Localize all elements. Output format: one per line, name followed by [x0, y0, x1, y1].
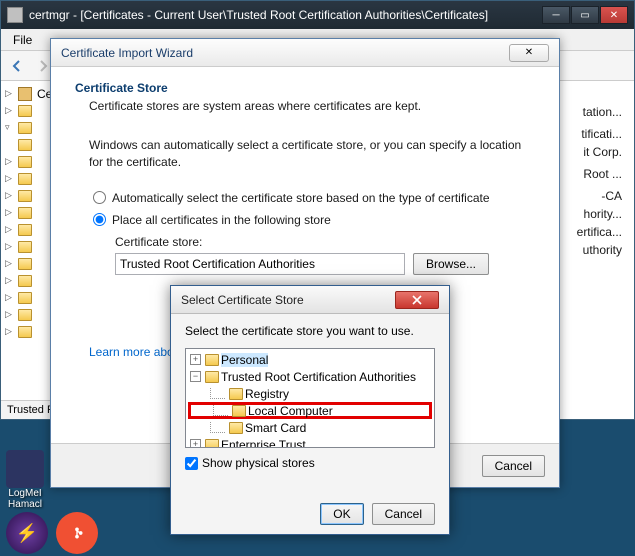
folder-icon — [229, 422, 243, 434]
logmein-label: LogMeI — [6, 488, 44, 499]
store-item-personal[interactable]: + Personal — [188, 351, 432, 368]
store-field-label: Certificate store: — [115, 235, 535, 249]
expand-icon[interactable]: ▷ — [5, 88, 15, 99]
expand-icon[interactable]: ▷ — [5, 190, 15, 201]
folder-icon — [18, 105, 32, 117]
selstore-close-button[interactable] — [395, 291, 439, 309]
menu-file[interactable]: File — [5, 31, 40, 49]
folder-icon — [229, 388, 243, 400]
show-physical-stores-checkbox[interactable]: Show physical stores — [185, 456, 435, 470]
store-item-local-computer[interactable]: Local Computer — [188, 402, 432, 419]
selstore-ok-button[interactable]: OK — [320, 503, 363, 525]
selstore-title: Select Certificate Store — [181, 293, 395, 307]
store-item-registry[interactable]: Registry — [188, 385, 432, 402]
folder-icon — [18, 241, 32, 253]
folder-icon — [18, 173, 32, 185]
selstore-prompt: Select the certificate store you want to… — [185, 324, 435, 338]
folder-icon — [18, 292, 32, 304]
store-item-trusted-root[interactable]: − Trusted Root Certification Authorities — [188, 368, 432, 385]
expand-icon[interactable]: + — [190, 439, 201, 448]
expand-icon[interactable]: ▷ — [5, 309, 15, 320]
store-label: Enterprise Trust — [221, 438, 306, 449]
minimize-button[interactable]: ─ — [542, 6, 570, 24]
folder-icon — [18, 224, 32, 236]
expand-icon[interactable]: ▷ — [5, 241, 15, 252]
expand-icon[interactable]: ▷ — [5, 292, 15, 303]
back-button[interactable] — [5, 54, 29, 78]
store-label: Registry — [245, 387, 289, 401]
close-button[interactable]: ✕ — [600, 6, 628, 24]
collapse-icon[interactable]: − — [190, 371, 201, 382]
folder-icon — [18, 207, 32, 219]
store-tree[interactable]: + Personal − Trusted Root Certification … — [185, 348, 435, 448]
store-item-enterprise-trust[interactable]: + Enterprise Trust — [188, 436, 432, 448]
logmein-icon — [6, 450, 44, 488]
folder-icon — [18, 122, 32, 134]
radio-place-label: Place all certificates in the following … — [112, 213, 331, 227]
expand-icon[interactable]: ▷ — [5, 275, 15, 286]
app-icon — [7, 7, 23, 23]
select-certificate-store-dialog: Select Certificate Store Select the cert… — [170, 285, 450, 535]
hamachi-label: Hamacl — [6, 499, 44, 510]
folder-icon — [205, 371, 219, 383]
desktop-icon-git[interactable] — [56, 512, 98, 554]
expand-icon[interactable]: ▷ — [5, 156, 15, 167]
wizard-titlebar[interactable]: Certificate Import Wizard ✕ — [51, 39, 559, 67]
expand-icon[interactable]: ▷ — [5, 258, 15, 269]
folder-icon — [18, 309, 32, 321]
store-label: Local Computer — [248, 404, 333, 418]
expand-icon[interactable]: ▷ — [5, 207, 15, 218]
desktop-icon-logmein[interactable]: LogMeI Hamacl — [6, 450, 44, 510]
folder-icon — [232, 405, 246, 417]
cert-root-icon — [18, 87, 32, 101]
radio-auto-label: Automatically select the certificate sto… — [112, 191, 490, 205]
collapse-icon[interactable]: ▿ — [5, 122, 15, 133]
show-physical-input[interactable] — [185, 457, 198, 470]
wizard-heading: Certificate Store — [75, 81, 535, 95]
expand-icon[interactable]: ▷ — [5, 105, 15, 116]
wizard-paragraph: Windows can automatically select a certi… — [75, 137, 535, 171]
store-item-smart-card[interactable]: Smart Card — [188, 419, 432, 436]
folder-icon — [18, 326, 32, 338]
expand-icon[interactable]: + — [190, 354, 201, 365]
radio-auto-select[interactable]: Automatically select the certificate sto… — [93, 191, 535, 205]
radio-auto-input[interactable] — [93, 191, 106, 204]
certificate-store-input[interactable] — [115, 253, 405, 275]
expand-icon[interactable]: ▷ — [5, 173, 15, 184]
store-label: Smart Card — [245, 421, 306, 435]
folder-icon — [205, 354, 219, 366]
radio-place-store[interactable]: Place all certificates in the following … — [93, 213, 535, 227]
wizard-close-button[interactable]: ✕ — [509, 44, 549, 62]
maximize-button[interactable]: ▭ — [571, 6, 599, 24]
wizard-cancel-button[interactable]: Cancel — [482, 455, 545, 477]
store-label: Personal — [221, 353, 268, 367]
expand-icon[interactable]: ▷ — [5, 326, 15, 337]
folder-icon — [205, 439, 219, 449]
wizard-title: Certificate Import Wizard — [61, 46, 509, 60]
folder-icon — [18, 139, 32, 151]
main-title: certmgr - [Certificates - Current User\T… — [29, 8, 542, 22]
selstore-cancel-button[interactable]: Cancel — [372, 503, 435, 525]
radio-place-input[interactable] — [93, 213, 106, 226]
folder-icon — [18, 156, 32, 168]
store-label: Trusted Root Certification Authorities — [221, 370, 416, 384]
desktop-icon-round[interactable]: ⚡ — [6, 512, 48, 554]
main-titlebar[interactable]: certmgr - [Certificates - Current User\T… — [1, 1, 634, 29]
browse-button[interactable]: Browse... — [413, 253, 489, 275]
folder-icon — [18, 258, 32, 270]
wizard-subheading: Certificate stores are system areas wher… — [75, 99, 535, 113]
expand-icon[interactable]: ▷ — [5, 224, 15, 235]
show-physical-label: Show physical stores — [202, 456, 315, 470]
selstore-titlebar[interactable]: Select Certificate Store — [171, 286, 449, 314]
folder-icon — [18, 275, 32, 287]
folder-icon — [18, 190, 32, 202]
